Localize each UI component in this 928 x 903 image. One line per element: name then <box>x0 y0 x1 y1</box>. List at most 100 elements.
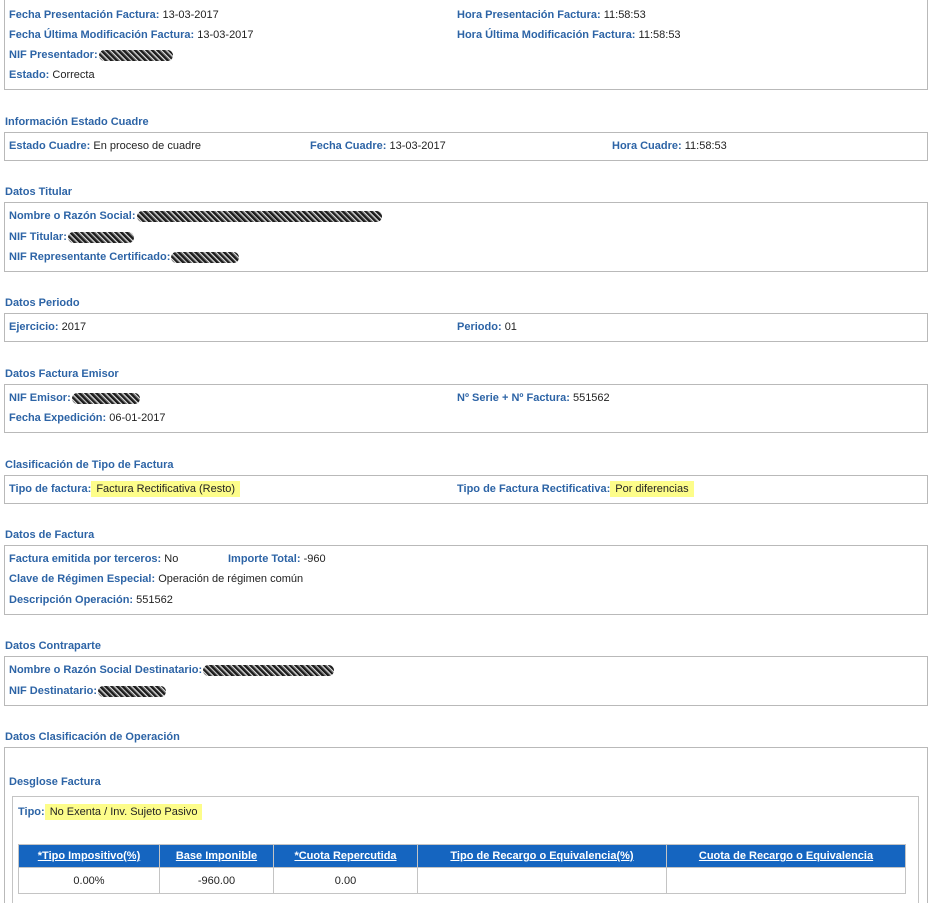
importe-row: Importe Total: -960 <box>228 553 326 566</box>
serie-row: Nº Serie + Nº Factura: 551562 <box>457 392 610 405</box>
fecha-expedicion-value: 06-01-2017 <box>109 412 166 424</box>
section-title-estado-cuadre: Información Estado Cuadre <box>5 116 149 128</box>
tipo-factura-row: Tipo de factura: Factura Rectificativa (R… <box>9 481 241 497</box>
nif-destinatario-row: NIF Destinatario: <box>9 685 167 698</box>
redacted-value <box>98 49 173 61</box>
nif-destinatario-label: NIF Destinatario: <box>9 685 98 697</box>
section-title-contraparte: Datos Contraparte <box>5 640 101 652</box>
column-header-cuota-recargo[interactable]: Cuota de Recargo o Equivalencia <box>666 844 906 868</box>
table-cell: 0.00% <box>18 867 160 894</box>
estado-cuadre-row: Estado Cuadre: En proceso de cuadre <box>9 140 201 153</box>
serie-label: Nº Serie + Nº Factura: <box>457 392 570 404</box>
fecha-cuadre-value: 13-03-2017 <box>389 140 446 152</box>
column-header-cuota-repercutida[interactable]: *Cuota Repercutida <box>273 844 418 868</box>
fecha-presentacion-label: Fecha Presentación Factura: <box>9 9 160 21</box>
hora-presentacion-label: Hora Presentación Factura: <box>457 9 601 21</box>
periodo-row: Periodo: 01 <box>457 321 517 334</box>
fecha-presentacion-value: 13-03-2017 <box>162 9 219 21</box>
descripcion-value: 551562 <box>136 594 173 606</box>
redacted-value <box>136 210 382 222</box>
ejercicio-label: Ejercicio: <box>9 321 59 333</box>
estado-value: Correcta <box>52 69 95 81</box>
tipo-factura-label: Tipo de factura: <box>9 483 92 495</box>
table-cell: 0.00 <box>273 867 418 894</box>
fecha-cuadre-row: Fecha Cuadre: 13-03-2017 <box>310 140 446 153</box>
table-row: 0.00% -960.00 0.00 <box>18 867 906 894</box>
nombre-destinatario-row: Nombre o Razón Social Destinatario: <box>9 664 335 677</box>
nombre-titular-label: Nombre o Razón Social: <box>9 210 136 222</box>
column-header-tipo-impositivo[interactable]: *Tipo Impositivo(%) <box>18 844 160 868</box>
importe-value: -960 <box>303 553 326 565</box>
clave-value: Operación de régimen común <box>158 573 304 585</box>
redacted-value <box>203 664 335 676</box>
nif-presentador-row: NIF Presentador: <box>9 49 173 62</box>
tipo-desglose-row: Tipo: No Exenta / Inv. Sujeto Pasivo <box>18 804 203 820</box>
clave-label: Clave de Régimen Especial: <box>9 573 156 585</box>
redacted-value <box>98 685 167 697</box>
periodo-label: Periodo: <box>457 321 502 333</box>
redacted-value <box>67 231 134 243</box>
estado-label: Estado: <box>9 69 50 81</box>
fecha-modificacion-label: Fecha Última Modificación Factura: <box>9 29 195 41</box>
table-cell <box>417 867 667 894</box>
desglose-table: *Tipo Impositivo(%) Base Imponible *Cuot… <box>18 844 906 894</box>
table-cell: -960.00 <box>159 867 274 894</box>
hora-presentacion-value: 11:58:53 <box>603 9 646 21</box>
section-title-operacion: Datos Clasificación de Operación <box>5 731 180 743</box>
hora-modificacion-row: Hora Última Modificación Factura: 11:58:… <box>457 29 681 42</box>
column-header-base-imponible[interactable]: Base Imponible <box>159 844 274 868</box>
tipo-rectificativa-row: Tipo de Factura Rectificativa: Por difere… <box>457 481 694 497</box>
importe-label: Importe Total: <box>228 553 301 565</box>
table-header-row: *Tipo Impositivo(%) Base Imponible *Cuot… <box>18 844 906 868</box>
descripcion-row: Descripción Operación: 551562 <box>9 594 173 607</box>
ejercicio-value: 2017 <box>61 321 87 333</box>
section-title-emisor: Datos Factura Emisor <box>5 368 119 380</box>
tipo-desglose-label: Tipo: <box>18 806 45 818</box>
fecha-cuadre-label: Fecha Cuadre: <box>310 140 387 152</box>
hora-presentacion-row: Hora Presentación Factura: 11:58:53 <box>457 9 646 22</box>
nombre-destinatario-label: Nombre o Razón Social Destinatario: <box>9 664 203 676</box>
nif-representante-label: NIF Representante Certificado: <box>9 251 171 263</box>
section-title-periodo: Datos Periodo <box>5 297 80 309</box>
ejercicio-row: Ejercicio: 2017 <box>9 321 86 334</box>
nombre-titular-row: Nombre o Razón Social: <box>9 210 382 223</box>
clave-row: Clave de Régimen Especial: Operación de … <box>9 573 303 586</box>
hora-cuadre-row: Hora Cuadre: 11:58:53 <box>612 140 727 153</box>
table-cell <box>666 867 906 894</box>
tipo-desglose-value: No Exenta / Inv. Sujeto Pasivo <box>44 804 203 820</box>
fecha-expedicion-label: Fecha Expedición: <box>9 412 107 424</box>
desglose-title: Desglose Factura <box>9 776 101 788</box>
terceros-value: No <box>164 553 179 565</box>
tipo-rectificativa-label: Tipo de Factura Rectificativa: <box>457 483 611 495</box>
nif-emisor-row: NIF Emisor: <box>9 392 140 405</box>
redacted-value <box>171 251 240 263</box>
hora-cuadre-value: 11:58:53 <box>684 140 727 152</box>
serie-value: 551562 <box>572 392 610 404</box>
column-header-tipo-recargo[interactable]: Tipo de Recargo o Equivalencia(%) <box>417 844 667 868</box>
periodo-value: 01 <box>504 321 517 333</box>
estado-cuadre-label: Estado Cuadre: <box>9 140 91 152</box>
hora-modificacion-value: 11:58:53 <box>638 29 681 41</box>
fecha-modificacion-row: Fecha Última Modificación Factura: 13-03… <box>9 29 254 42</box>
descripcion-label: Descripción Operación: <box>9 594 134 606</box>
terceros-row: Factura emitida por terceros: No <box>9 553 178 566</box>
fecha-presentacion-row: Fecha Presentación Factura: 13-03-2017 <box>9 9 219 22</box>
nif-emisor-label: NIF Emisor: <box>9 392 71 404</box>
hora-cuadre-label: Hora Cuadre: <box>612 140 682 152</box>
hora-modificacion-label: Hora Última Modificación Factura: <box>457 29 636 41</box>
nif-titular-label: NIF Titular: <box>9 231 67 243</box>
section-title-factura: Datos de Factura <box>5 529 95 541</box>
nif-titular-row: NIF Titular: <box>9 231 134 244</box>
estado-cuadre-value: En proceso de cuadre <box>93 140 201 152</box>
nif-representante-row: NIF Representante Certificado: <box>9 251 240 264</box>
estado-row: Estado: Correcta <box>9 69 95 82</box>
redacted-value <box>71 392 140 404</box>
tipo-rectificativa-value: Por diferencias <box>610 481 694 497</box>
nif-presentador-label: NIF Presentador: <box>9 49 98 61</box>
fecha-modificacion-value: 13-03-2017 <box>197 29 254 41</box>
terceros-label: Factura emitida por terceros: <box>9 553 162 565</box>
section-title-clasificacion: Clasificación de Tipo de Factura <box>5 459 174 471</box>
fecha-expedicion-row: Fecha Expedición: 06-01-2017 <box>9 412 166 425</box>
tipo-factura-value: Factura Rectificativa (Resto) <box>91 481 241 497</box>
section-title-titular: Datos Titular <box>5 186 73 198</box>
